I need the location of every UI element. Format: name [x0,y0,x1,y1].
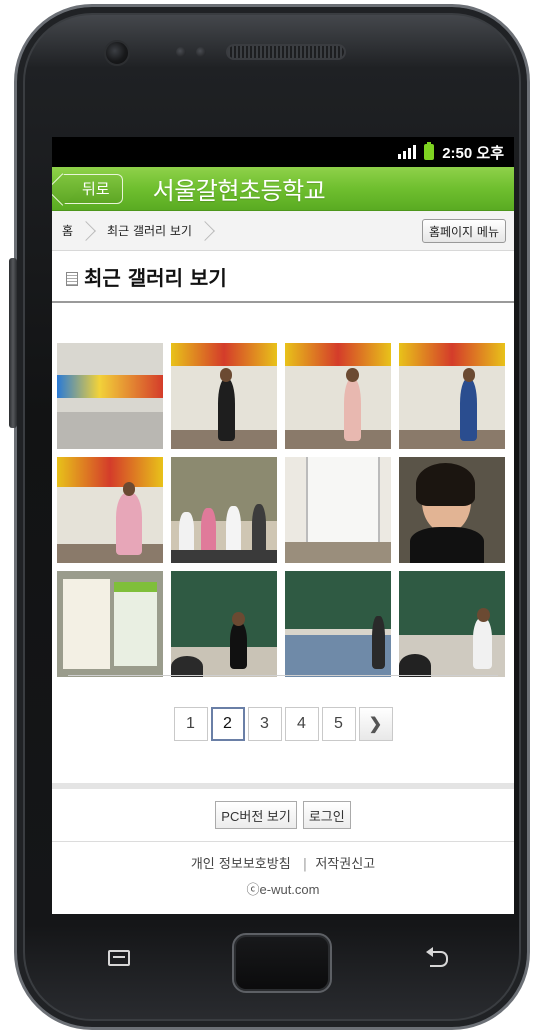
gallery-photo[interactable] [57,571,163,677]
gallery-photo[interactable] [285,571,391,677]
gallery-photo[interactable] [285,457,391,563]
photo-gallery [57,343,505,677]
phone-screen: 2:50 오후 뒤로 서울갈현초등학교 홈 최근 갤러리 보기 홈페이지 메뉴 … [52,137,514,914]
gallery-photo[interactable] [399,457,505,563]
menu-key-icon[interactable] [108,950,130,966]
gallery-photo[interactable] [399,343,505,449]
footer-links: 개인 정보보호방침 | 저작권신고 [52,853,514,872]
site-title[interactable]: 서울갈현초등학교 [153,171,326,206]
login-button[interactable]: 로그인 [302,801,351,829]
page-5-button[interactable]: 5 [321,707,356,741]
page-3-button[interactable]: 3 [247,707,282,741]
homepage-menu-button[interactable]: 홈페이지 메뉴 [421,219,506,243]
gallery-photo[interactable] [171,457,277,563]
signal-icon [398,145,417,159]
document-icon [66,272,78,286]
page-4-button[interactable]: 4 [284,707,319,741]
back-button[interactable]: 뒤로 [62,173,123,204]
page-title-bar: 최근 갤러리 보기 [52,251,514,303]
copyright-report-link[interactable]: 저작권신고 [315,857,375,872]
privacy-policy-link[interactable]: 개인 정보보호방침 [191,857,291,872]
page-title: 최근 갤러리 보기 [84,265,227,290]
battery-icon [424,142,435,160]
gallery-photo[interactable] [399,571,505,677]
gallery-divider [68,675,498,676]
next-page-button[interactable]: ❯ [358,707,393,741]
home-key[interactable] [232,933,332,993]
breadcrumb-current[interactable]: 최근 갤러리 보기 [107,222,192,239]
page-1-button[interactable]: 1 [173,707,208,741]
status-bar: 2:50 오후 [52,137,514,167]
volume-key[interactable] [9,258,17,428]
front-camera [104,40,130,66]
title-bar: 뒤로 서울갈현초등학교 [52,167,514,211]
pagination: 1 2 3 4 5 ❯ [52,707,514,741]
back-key-icon[interactable] [426,947,450,967]
pc-version-button[interactable]: PC버전 보기 [215,801,297,829]
chevron-right-icon [76,220,96,241]
light-sensor [196,47,206,57]
status-time: 2:50 오후 [442,144,504,162]
chevron-right-icon: ❯ [368,716,383,733]
proximity-sensor [176,47,186,57]
copyright-text: ⓒe-wut.com [246,882,320,897]
footer-divider [52,841,514,842]
gallery-photo[interactable] [57,343,163,449]
earpiece-speaker [226,44,346,60]
gallery-photo[interactable] [171,571,277,677]
gallery-photo[interactable] [171,343,277,449]
gallery-photo[interactable] [285,343,391,449]
gallery-photo[interactable] [57,457,163,563]
breadcrumb: 홈 최근 갤러리 보기 홈페이지 메뉴 [52,211,514,251]
back-button-label: 뒤로 [82,180,110,198]
footer-separator [52,783,514,789]
chevron-right-icon [195,220,215,241]
page-2-button[interactable]: 2 [210,707,245,741]
footer-buttons: PC버전 보기 로그인 [52,801,514,829]
footer-link-separator: | [302,857,308,872]
breadcrumb-home[interactable]: 홈 [62,222,73,239]
